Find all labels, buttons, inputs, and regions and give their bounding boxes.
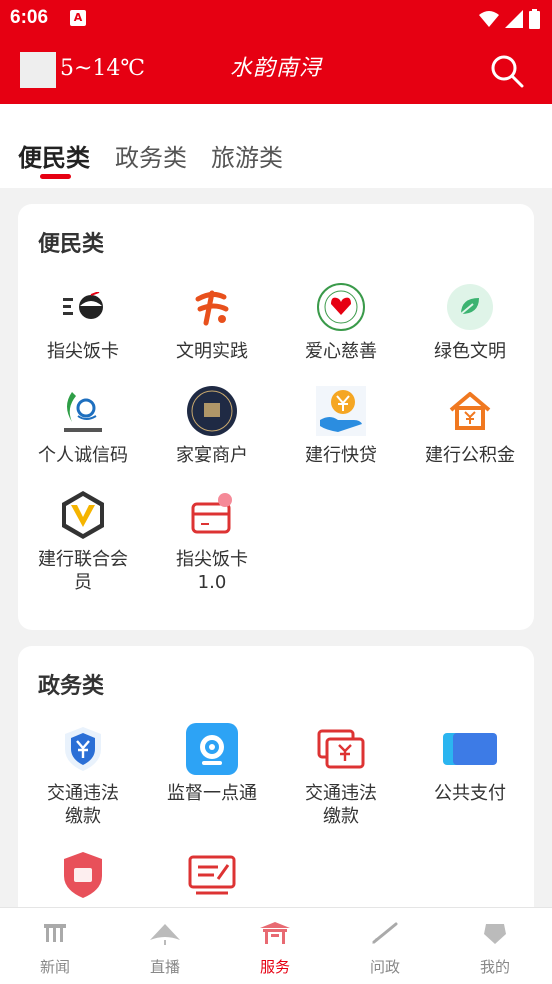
- signal-icon: [505, 10, 523, 28]
- service-item-charity[interactable]: 爱心慈善: [276, 280, 406, 363]
- nav-label: 问政: [369, 958, 400, 976]
- nav-live[interactable]: 直播: [110, 920, 220, 977]
- credit-code-icon: [56, 384, 110, 438]
- service-item-public-payment[interactable]: 公共支付: [405, 722, 535, 805]
- weather-icon: [20, 52, 56, 88]
- item-label: 指尖饭卡: [47, 341, 119, 362]
- service-item-green[interactable]: 绿色文明: [405, 280, 535, 363]
- service-icon: [260, 922, 290, 944]
- app-logo: 水韵南浔: [230, 48, 325, 88]
- nav-label: 新闻: [39, 958, 70, 976]
- inquiry-icon: [372, 922, 398, 944]
- nav-label: 我的: [479, 958, 510, 976]
- battery-icon: [529, 9, 540, 29]
- nav-inquiry[interactable]: 问政: [330, 920, 440, 977]
- service-item-credit[interactable]: 个人诚信码: [18, 384, 148, 467]
- item-label: 公共支付: [434, 783, 506, 804]
- item-label: 爱心慈善: [305, 341, 377, 362]
- status-bar: 6:06 A: [0, 0, 552, 38]
- nav-service[interactable]: 服务: [220, 920, 330, 977]
- ccb-member-icon: [56, 488, 110, 542]
- news-icon: [44, 924, 66, 942]
- convenience-section: 便民类 指尖饭卡 文明实践 爱心慈善 绿色文明 个人诚信码 家宴商户 建行快贷 …: [18, 204, 534, 630]
- nav-label: 服务: [259, 958, 290, 976]
- service-item-report[interactable]: [147, 848, 277, 902]
- temperature-text: 5~14℃: [60, 56, 146, 81]
- search-icon[interactable]: [490, 54, 524, 88]
- nav-profile[interactable]: 我的: [440, 920, 550, 977]
- item-label: 个人诚信码: [38, 445, 128, 466]
- category-tabs: 便民类 政务类 旅游类: [0, 104, 552, 188]
- government-section: 政务类 交通违法缴款 监督一点通 交通违法缴款 公共支付: [18, 646, 534, 946]
- item-label: 建行联合会员: [38, 549, 128, 593]
- service-item-banquet[interactable]: 家宴商户: [147, 384, 277, 467]
- public-payment-icon: [443, 722, 497, 776]
- traffic-fine-cards-icon: [314, 722, 368, 776]
- app-header: 5~14℃ 水韵南浔: [0, 38, 552, 104]
- service-item-housing-fund[interactable]: 建行公积金: [405, 384, 535, 467]
- tab-convenience[interactable]: 便民类: [18, 138, 90, 173]
- active-tab-indicator: [40, 174, 71, 179]
- civilization-practice-icon: [185, 280, 239, 334]
- meal-card-icon: [56, 280, 110, 334]
- item-label: 家宴商户: [176, 445, 248, 466]
- service-item-supervision[interactable]: 监督一点通: [147, 722, 277, 805]
- system-icons: [479, 9, 540, 29]
- tab-government[interactable]: 政务类: [115, 138, 187, 173]
- app-notification-icon: A: [70, 10, 86, 26]
- item-label: 交通违法缴款: [47, 783, 119, 827]
- wifi-icon: [479, 11, 499, 27]
- service-item-insurance[interactable]: [18, 848, 148, 902]
- live-icon: [150, 924, 180, 945]
- item-label: 指尖饭卡1.0: [176, 549, 248, 593]
- item-label: 建行公积金: [425, 445, 515, 466]
- profile-icon: [484, 924, 506, 944]
- service-item-meal-card-v1[interactable]: 指尖饭卡1.0: [147, 488, 277, 594]
- traffic-fine-shield-icon: [56, 722, 110, 776]
- item-label: 绿色文明: [434, 341, 506, 362]
- service-item-meal-card[interactable]: 指尖饭卡: [18, 280, 148, 363]
- status-time: 6:06: [10, 7, 49, 28]
- green-leaf-icon: [443, 280, 497, 334]
- logo-text: 水韵南浔: [230, 56, 323, 81]
- meal-card-v1-icon: [185, 488, 239, 542]
- item-label: 建行快贷: [305, 445, 377, 466]
- camera-supervision-icon: [185, 722, 239, 776]
- ccb-loan-icon: [314, 384, 368, 438]
- section-title: 便民类: [38, 232, 105, 257]
- service-item-civilization[interactable]: 文明实践: [147, 280, 277, 363]
- nav-label: 直播: [149, 958, 180, 976]
- family-banquet-icon: [185, 384, 239, 438]
- section-title: 政务类: [38, 674, 105, 699]
- tab-tourism[interactable]: 旅游类: [211, 138, 283, 173]
- service-item-traffic-fine[interactable]: 交通违法缴款: [18, 722, 148, 828]
- bottom-navigation: 新闻 直播 服务 问政 我的: [0, 907, 552, 984]
- item-label: 交通违法缴款: [305, 783, 377, 827]
- service-item-ccb-member[interactable]: 建行联合会员: [18, 488, 148, 594]
- item-label: 文明实践: [176, 341, 248, 362]
- report-form-icon: [185, 848, 239, 902]
- nav-news[interactable]: 新闻: [0, 920, 110, 977]
- service-item-ccb-loan[interactable]: 建行快贷: [276, 384, 406, 467]
- service-item-traffic-fine-2[interactable]: 交通违法缴款: [276, 722, 406, 828]
- item-label: 监督一点通: [167, 783, 257, 804]
- insurance-icon: [56, 848, 110, 902]
- charity-icon: [314, 280, 368, 334]
- housing-fund-icon: [443, 384, 497, 438]
